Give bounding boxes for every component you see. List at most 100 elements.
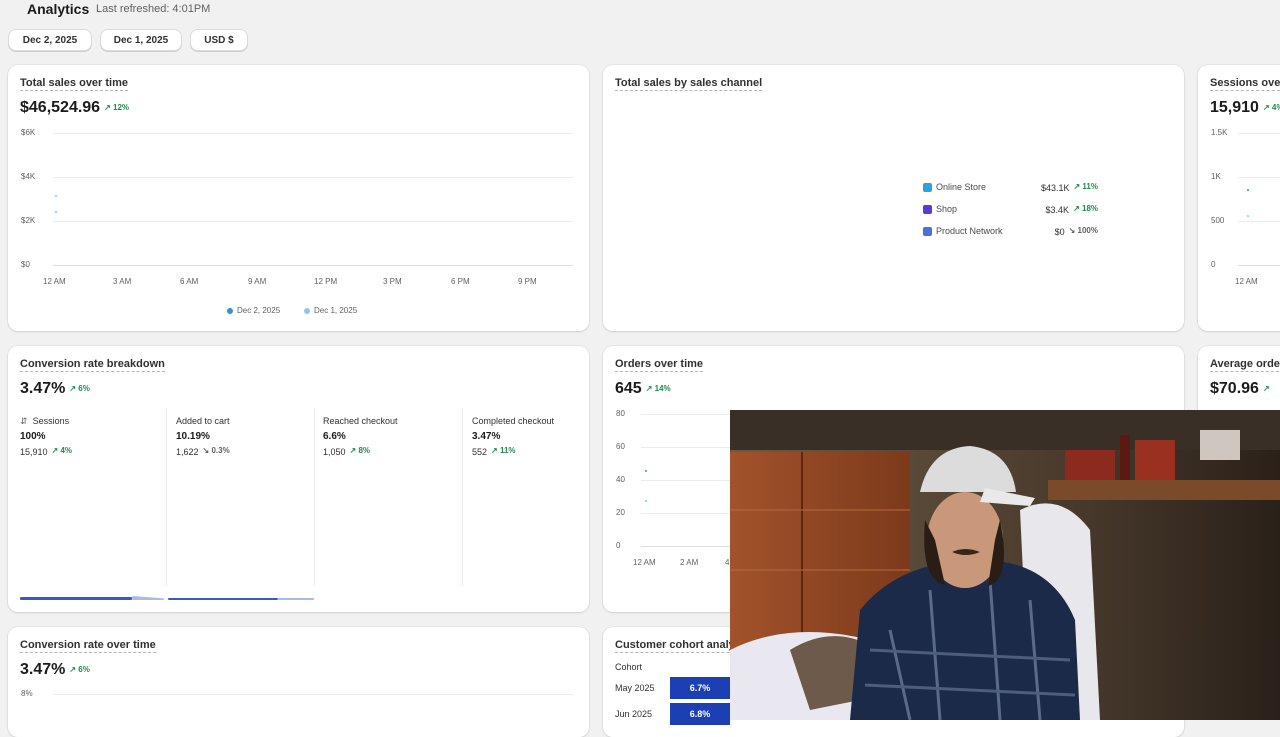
legend-label: Dec 1, 2025 [314, 306, 358, 315]
conversion-breakdown-card[interactable]: Conversion rate breakdown 3.47% ↗ 6% ⇵ Se… [8, 346, 589, 612]
conversion-over-time-card[interactable]: Conversion rate over time 3.47% ↗ 6% 8% [8, 627, 589, 737]
chart-point [645, 500, 647, 502]
metric-value: 3.47% ↗ 6% [20, 661, 90, 679]
card-title[interactable]: Total sales over time [20, 77, 129, 91]
channel-value: $43.1K ↗ 11% [1041, 182, 1098, 193]
funnel-step-count: 1,622 ↘ 0.3% [176, 446, 230, 457]
x-tick-label: 4 [725, 558, 730, 567]
y-tick-label: 0 [1211, 260, 1216, 269]
funnel-step-sessions[interactable]: ⇵ Sessions 100% 15,910 ↗ 4% [20, 408, 168, 586]
gridline [1238, 133, 1280, 134]
y-tick-label: 40 [616, 475, 625, 484]
funnel-count-value: 15,910 [20, 447, 48, 457]
channel-value: $0 ↘ 100% [1055, 226, 1098, 237]
x-tick-label: 3 PM [383, 277, 402, 286]
chart-point [645, 470, 647, 472]
chart-point [55, 195, 57, 197]
y-tick-label: 0 [616, 541, 621, 550]
sessions-delta: ↗ 4% [1262, 103, 1280, 112]
y-tick-label: $0 [21, 260, 30, 269]
cohort-cell[interactable]: 6.8% [670, 703, 730, 725]
chart-point [1247, 215, 1249, 217]
aov-value: $70.96 [1210, 380, 1259, 397]
x-tick-label: 9 PM [518, 277, 537, 286]
sessions-value: 15,910 [1210, 99, 1259, 116]
conversion-value: 3.47% [20, 380, 66, 397]
legend-swatch [227, 307, 233, 314]
card-title[interactable]: Conversion rate over time [20, 639, 156, 653]
card-title[interactable]: Average order [1210, 358, 1280, 372]
legend-swatch [304, 307, 310, 314]
conversion-time-delta: ↗ 6% [69, 665, 90, 674]
y-tick-label: 1.5K [1211, 128, 1228, 137]
cohort-row-label: May 2025 [615, 683, 655, 693]
metric-value: $46,524.96 ↗ 12% [20, 99, 129, 117]
cohort-cell[interactable]: 6.7% [670, 677, 730, 699]
channel-row: Online Store $43.1K ↗ 11% [923, 181, 1098, 193]
metric-value: 645 ↗ 14% [615, 380, 671, 398]
cohort-row-label: Jun 2025 [615, 709, 653, 719]
divider [462, 408, 463, 586]
channel-swatch [923, 183, 932, 192]
x-tick-label: 2 AM [680, 558, 699, 567]
baseline [1238, 265, 1280, 266]
gridline [1238, 177, 1280, 178]
funnel-step-pct: 10.19% [176, 431, 210, 442]
funnel-step-reached-checkout[interactable]: Reached checkout 6.6% 1,050 ↗ 8% [323, 408, 471, 586]
card-title[interactable]: Sessions over [1210, 77, 1280, 91]
sessions-icon: ⇵ [20, 416, 28, 426]
legend-item[interactable]: Dec 2, 2025 [227, 306, 280, 315]
metric-value: 15,910↗ 4% [1210, 99, 1280, 117]
channel-delta: ↗ 18% [1073, 204, 1098, 213]
x-tick-label: 9 AM [248, 277, 267, 286]
page-title: Analytics [27, 1, 90, 17]
currency-selector[interactable]: USD $ [190, 29, 248, 51]
funnel-bar [20, 597, 132, 600]
channel-name: Shop [936, 204, 958, 214]
channel-amount: $3.4K [1045, 205, 1070, 215]
card-title[interactable]: Orders over time [615, 358, 704, 372]
card-title[interactable]: Conversion rate breakdown [20, 358, 165, 372]
total-sales-value: $46,524.96 [20, 99, 101, 116]
channel-value: $3.4K ↗ 18% [1046, 204, 1098, 215]
funnel-step-count: 15,910 ↗ 4% [20, 446, 72, 457]
webcam-overlay [730, 410, 1280, 720]
channel-name: Online Store [936, 182, 987, 192]
funnel-count-delta: ↗ 11% [491, 446, 516, 455]
sales-by-channel-card[interactable]: Total sales by sales channel Online Stor… [603, 65, 1184, 331]
divider [314, 408, 315, 586]
y-tick-label: $6K [21, 128, 36, 137]
top-bar: Analytics Last refreshed: 4:01PM Dec 2, … [0, 0, 1280, 64]
legend-label: Dec 2, 2025 [237, 306, 281, 315]
channel-delta: ↘ 100% [1068, 226, 1098, 235]
webcam-video-image [730, 410, 1280, 720]
metric-value: $70.96 ↗ [1210, 380, 1270, 398]
funnel-bar-transition [278, 598, 314, 600]
sessions-card[interactable]: Sessions over 15,910↗ 4% 1.5K 1K 500 0 1… [1198, 65, 1280, 331]
orders-value: 645 [615, 380, 642, 397]
total-sales-card[interactable]: Total sales over time $46,524.96 ↗ 12% $6… [8, 65, 589, 331]
funnel-step-name: Added to cart [176, 416, 230, 426]
gridline [53, 221, 573, 222]
channel-row: Shop $3.4K ↗ 18% [923, 203, 1098, 215]
funnel-step-name: Completed checkout [472, 416, 555, 426]
gridline [1238, 221, 1280, 222]
channel-swatch [923, 205, 932, 214]
funnel-step-count: 552 ↗ 11% [472, 446, 516, 457]
funnel-bar-transition [132, 596, 164, 600]
channel-amount: $0 [1054, 227, 1065, 237]
x-tick-label: 6 PM [451, 277, 470, 286]
last-refreshed: Last refreshed: 4:01PM [96, 3, 211, 15]
funnel-count-delta: ↗ 4% [51, 446, 73, 455]
comparison-date-picker[interactable]: Dec 1, 2025 [100, 29, 182, 51]
card-title[interactable]: Total sales by sales channel [615, 77, 763, 91]
funnel-step-added-to-cart[interactable]: Added to cart 10.19% 1,622 ↘ 0.3% [176, 408, 324, 586]
funnel-step-completed-checkout[interactable]: Completed checkout 3.47% 552 ↗ 11% [472, 408, 589, 586]
baseline [53, 265, 573, 266]
y-tick-label: $4K [21, 172, 36, 181]
metric-value: 3.47% ↗ 6% [20, 380, 90, 398]
x-tick-label: 12 AM [633, 558, 656, 567]
channel-delta: ↗ 11% [1073, 182, 1099, 191]
legend-item[interactable]: Dec 1, 2025 [304, 306, 357, 315]
date-range-picker[interactable]: Dec 2, 2025 [8, 29, 92, 51]
